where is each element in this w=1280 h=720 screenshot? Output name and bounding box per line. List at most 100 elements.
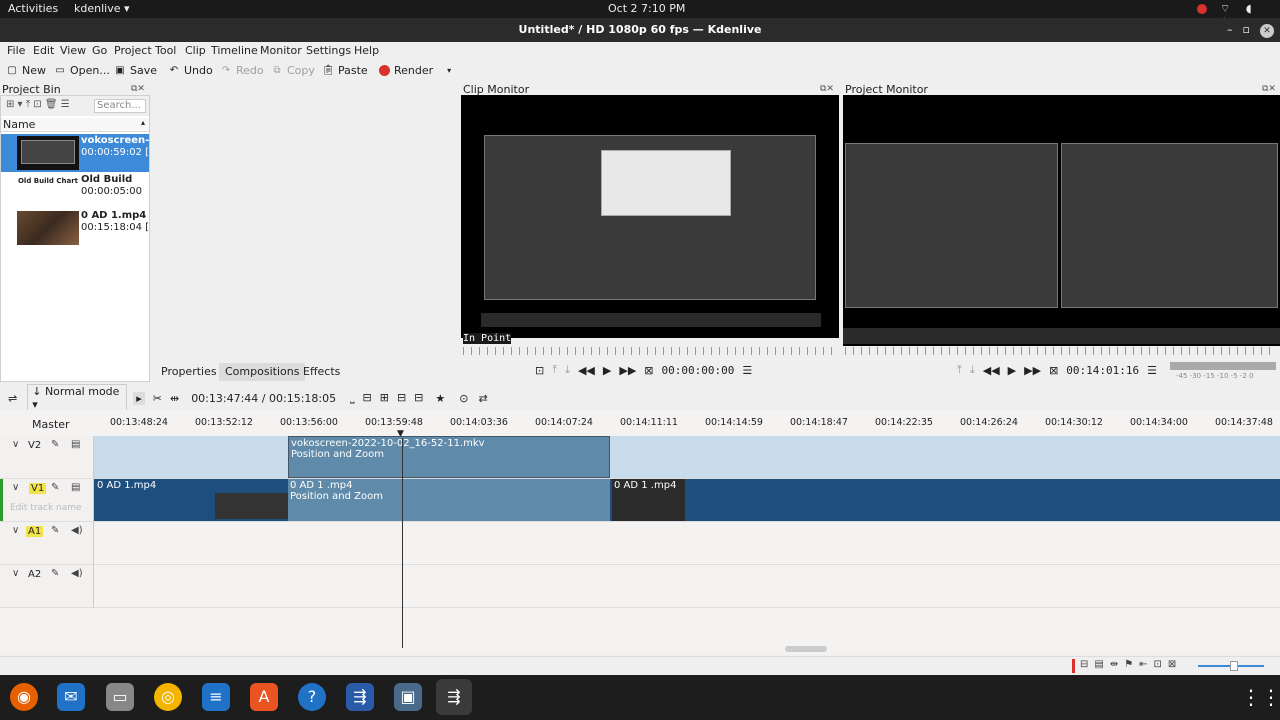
clip-timecode[interactable]: 00:00:00:00 — [662, 364, 735, 377]
menu-help[interactable]: Help — [354, 44, 379, 57]
timeline-ruler[interactable]: 00:13:48:24 00:13:52:12 00:13:56:00 00:1… — [95, 413, 1280, 439]
timeline-position[interactable]: 00:13:47:44 / 00:15:18:05 — [191, 392, 336, 405]
tab-effects[interactable]: Effects — [297, 363, 346, 381]
bin-search-input[interactable]: Search... — [94, 99, 146, 113]
kdenlive-dock-icon[interactable]: ⇶ — [346, 683, 374, 711]
open-button[interactable]: ▭ Open... — [54, 64, 110, 77]
clip-monitor-screen[interactable] — [461, 95, 839, 338]
timeline-clip-0ad-a[interactable]: 0 AD 1.mp4 — [95, 479, 288, 521]
tab-compositions[interactable]: Compositions — [219, 363, 306, 381]
effects-icon[interactable]: ✎ — [51, 482, 59, 493]
track-name[interactable]: A1 — [26, 526, 44, 537]
guide-icon[interactable]: ⊙ — [459, 392, 468, 405]
bin-clip-vokoscreen[interactable]: vokoscreen-20 00:00:59:02 [1] — [1, 134, 149, 172]
set-in-icon[interactable]: ⤒ — [552, 363, 557, 377]
film-icon[interactable]: ▤ — [71, 439, 80, 450]
zoom-slider-handle[interactable] — [1230, 661, 1238, 671]
undo-button[interactable]: ↶ Undo — [168, 64, 213, 77]
recording-indicator-icon[interactable] — [1197, 4, 1207, 14]
zoom-icon[interactable]: ⊠ — [1049, 364, 1058, 377]
effects-icon[interactable]: ✎ — [51, 568, 59, 579]
track-name[interactable]: A2 — [26, 569, 43, 580]
help-icon[interactable]: ? — [298, 683, 326, 711]
set-out-icon[interactable]: ⤓ — [565, 363, 570, 377]
spacer-tool-icon[interactable]: ⇹ — [170, 392, 179, 405]
timeline-clip-vokoscreen[interactable]: vokoscreen-2022-10-02_16-52-11.mkv Posit… — [288, 436, 610, 478]
forward-icon[interactable]: ▶▶ — [619, 364, 636, 377]
vokoscreen-icon[interactable]: ▣ — [394, 683, 422, 711]
track-v1[interactable]: ∨ V1 ✎ ▤ Edit track name 0 AD 1.mp4 0 AD… — [0, 479, 1280, 522]
collapse-icon[interactable]: ∨ — [12, 568, 19, 579]
effects-icon[interactable]: ✎ — [51, 439, 59, 450]
menu-icon[interactable]: ☰ — [1147, 364, 1157, 377]
chevron-down-icon[interactable]: ▾ — [447, 66, 451, 75]
paste-button[interactable]: 📋︎ Paste — [322, 64, 368, 77]
razor-tool-icon[interactable]: ✂ — [153, 392, 162, 405]
set-in-icon[interactable]: ⤒ — [957, 363, 962, 377]
panel-float-close-icons[interactable]: ⧉✕ — [820, 84, 834, 94]
rewind-icon[interactable]: ◀◀ — [578, 364, 595, 377]
stop-icon[interactable]: ⊡ — [535, 364, 544, 377]
tab-properties[interactable]: Properties — [155, 363, 223, 381]
timeline-clip-0ad-c[interactable]: 0 AD 1 .mp4 — [612, 479, 685, 521]
maximize-icon[interactable]: ▫ — [1243, 23, 1260, 36]
minimize-icon[interactable]: – — [1227, 23, 1243, 36]
menu-timeline[interactable]: Timeline — [211, 44, 258, 57]
menu-tool[interactable]: Tool — [155, 44, 176, 57]
project-timecode[interactable]: 00:14:01:16 — [1066, 364, 1139, 377]
bin-clip-0ad[interactable]: 0 AD 1.mp4 00:15:18:04 [3] — [1, 209, 149, 247]
timeline-scrollbar[interactable] — [95, 646, 1275, 652]
effects-icon[interactable]: ✎ — [51, 525, 59, 536]
new-button[interactable]: ▢ New — [6, 64, 46, 77]
menu-view[interactable]: View — [60, 44, 86, 57]
clock[interactable]: Oct 2 7:10 PM — [608, 2, 685, 15]
menu-icon[interactable]: ☰ — [742, 364, 752, 377]
scrollbar-handle[interactable] — [785, 646, 827, 652]
edit-mode-select[interactable]: ↓ Normal mode ▾ — [27, 384, 128, 412]
software-icon[interactable]: A — [250, 683, 278, 711]
app-menu[interactable]: kdenlive ▾ — [74, 2, 130, 15]
track-v2[interactable]: ∨ V2 ✎ ▤ vokoscreen-2022-10-02_16-52-11.… — [0, 436, 1280, 479]
edit-track-name-field[interactable]: Edit track name — [10, 503, 82, 513]
forward-icon[interactable]: ▶▶ — [1024, 364, 1041, 377]
track-a2[interactable]: ∨ A2 ✎ ◀) — [0, 565, 1280, 608]
settings-icon[interactable]: ⇌ — [8, 392, 17, 405]
collapse-icon[interactable]: ∨ — [12, 482, 19, 493]
bin-tool-icons[interactable]: ⊞ ▾ ⤒ ⊡ 🗑︎ ☰ — [6, 99, 70, 110]
playhead[interactable] — [402, 438, 403, 648]
clip-monitor-ruler[interactable] — [463, 347, 838, 355]
writer-icon[interactable]: ≡ — [202, 683, 230, 711]
speaker-icon[interactable]: ◀) — [71, 525, 83, 536]
panel-float-close-icons[interactable]: ⧉✕ — [1262, 84, 1276, 94]
play-icon[interactable]: ▶ — [1008, 364, 1016, 377]
copy-button[interactable]: ⧉ Copy — [271, 64, 314, 77]
snap-icon[interactable]: ⇄ — [478, 392, 487, 405]
track-a1[interactable]: ∨ A1 ✎ ◀) — [0, 522, 1280, 565]
menu-clip[interactable]: Clip — [185, 44, 206, 57]
film-icon[interactable]: ▤ — [71, 482, 80, 493]
menu-settings[interactable]: Settings — [306, 44, 351, 57]
kdenlive-active-icon[interactable]: ⇶ — [436, 679, 472, 715]
render-button[interactable]: Render ▾ — [379, 64, 451, 77]
files-icon[interactable]: ▭ — [106, 683, 134, 711]
menu-go[interactable]: Go — [92, 44, 107, 57]
save-button[interactable]: ▣ Save — [114, 64, 157, 77]
rhythmbox-icon[interactable]: ◎ — [154, 683, 182, 711]
collapse-icon[interactable]: ∨ — [12, 525, 19, 536]
panel-float-close-icons[interactable]: ⧉✕ — [131, 84, 145, 94]
menu-monitor[interactable]: Monitor — [260, 44, 302, 57]
activities-button[interactable]: Activities — [8, 2, 58, 15]
firefox-icon[interactable]: ◉ — [10, 683, 38, 711]
bin-clip-old-build[interactable]: Old Build Chart Old Build 00:00:05:00 — [1, 173, 149, 211]
speaker-icon[interactable]: ◀) — [71, 568, 83, 579]
favorite-icon[interactable]: ★ — [435, 392, 445, 405]
project-monitor-ruler[interactable] — [845, 347, 1275, 355]
show-apps-icon[interactable]: ⋮⋮⋮ — [1241, 683, 1280, 711]
track-name[interactable]: V2 — [26, 440, 43, 451]
close-icon[interactable]: ✕ — [1260, 24, 1274, 38]
select-tool-icon[interactable]: ▸ — [133, 391, 145, 405]
menu-project[interactable]: Project — [114, 44, 152, 57]
play-icon[interactable]: ▶ — [603, 364, 611, 377]
menu-file[interactable]: File — [7, 44, 25, 57]
track-name[interactable]: V1 — [29, 483, 47, 494]
